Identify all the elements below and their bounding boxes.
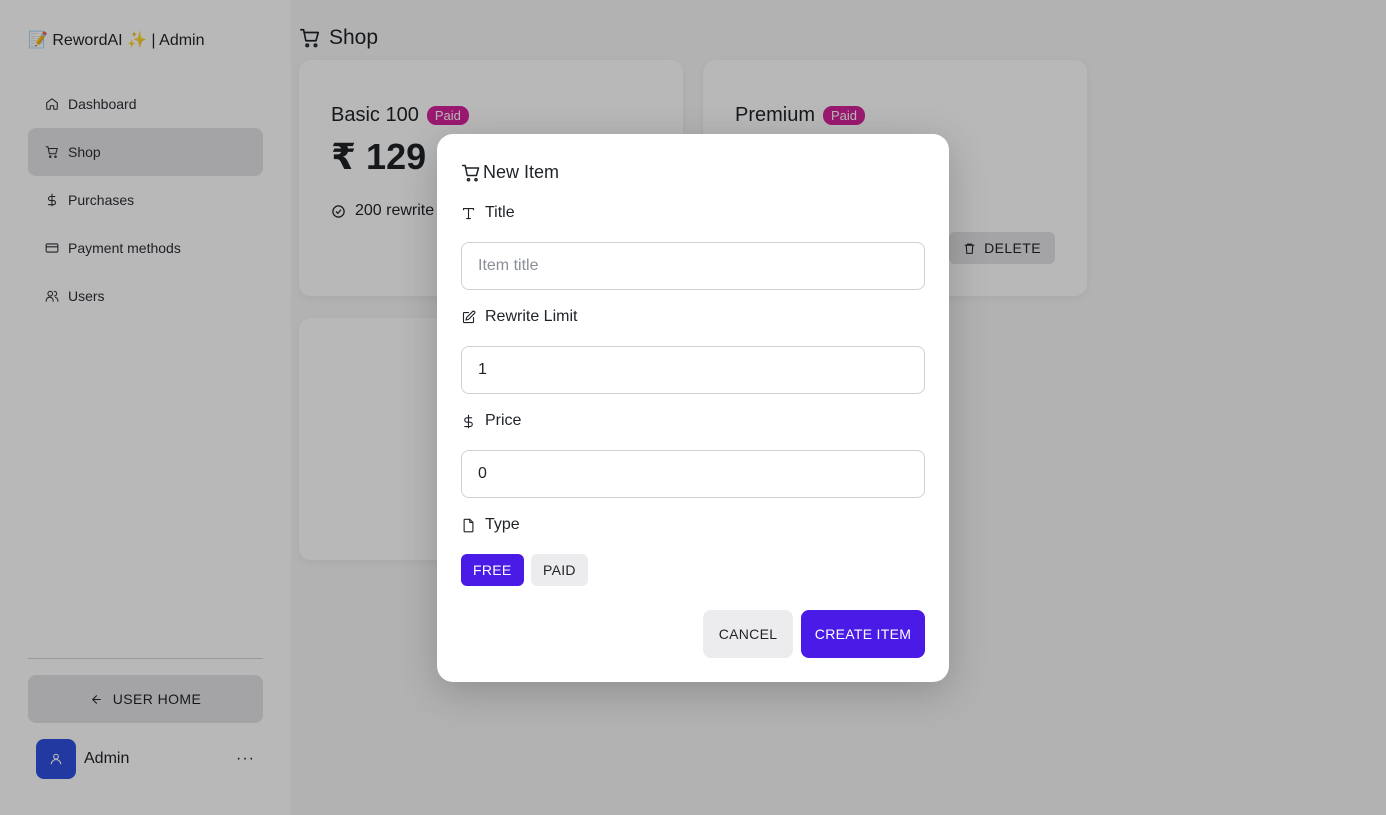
file-icon <box>463 518 474 532</box>
create-item-button[interactable]: CREATE ITEM <box>801 610 925 658</box>
new-item-dialog: New Item Title Rewrite Limit Price Type … <box>437 134 949 682</box>
title-input[interactable] <box>461 242 925 290</box>
dialog-title: New Item <box>461 162 559 183</box>
text-icon <box>462 207 475 219</box>
title-label-text: Title <box>485 204 515 221</box>
title-label: Title <box>461 204 515 222</box>
dollar-icon <box>464 414 473 428</box>
rewrite-limit-input[interactable] <box>461 346 925 394</box>
cart-icon <box>461 164 480 182</box>
cancel-button[interactable]: CANCEL <box>703 610 793 658</box>
type-label: Type <box>461 516 520 534</box>
price-label-text: Price <box>485 412 522 429</box>
type-label-text: Type <box>485 516 520 533</box>
dialog-title-text: New Item <box>483 162 560 182</box>
rewrite-limit-label: Rewrite Limit <box>461 308 577 326</box>
type-paid-button[interactable]: PAID <box>531 554 588 586</box>
price-input[interactable] <box>461 450 925 498</box>
rewrite-limit-label-text: Rewrite Limit <box>485 308 578 325</box>
edit-icon <box>462 310 476 323</box>
type-free-button[interactable]: FREE <box>461 554 524 586</box>
price-label: Price <box>461 412 521 430</box>
